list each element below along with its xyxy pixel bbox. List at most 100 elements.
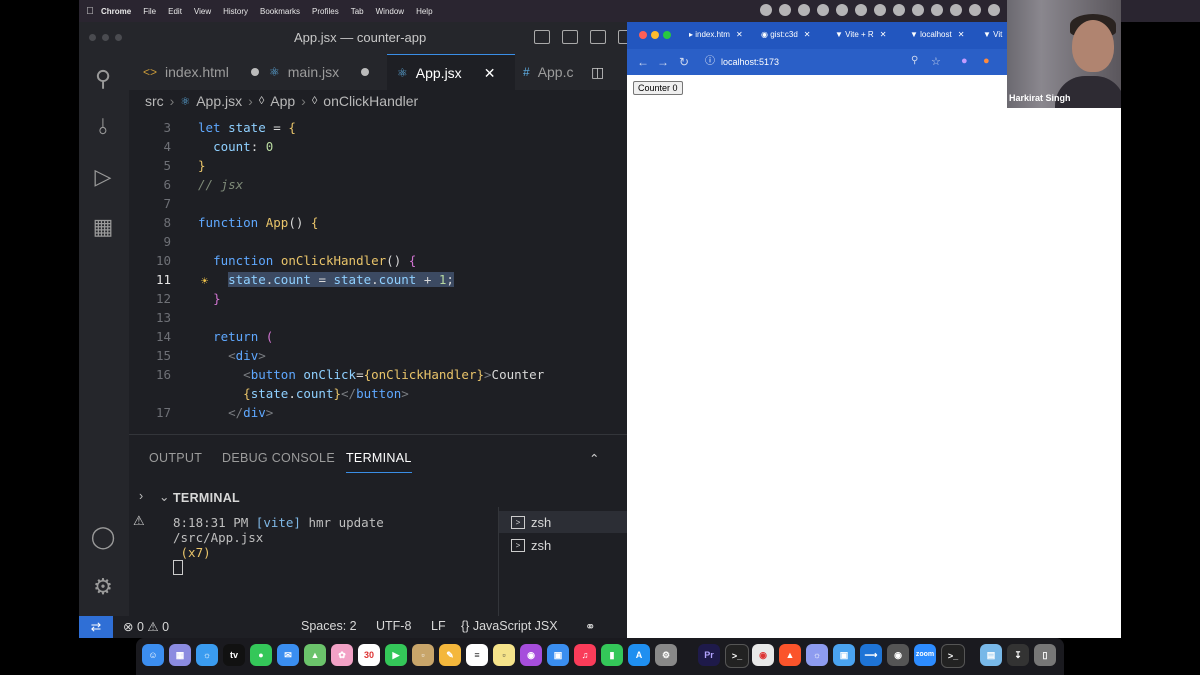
minimize-window-button[interactable] [102, 34, 109, 41]
wifi-icon[interactable] [988, 4, 1000, 16]
breadcrumb-function[interactable]: onClickHandler [323, 93, 418, 109]
folder-icon[interactable]: ▤ [980, 644, 1002, 666]
search-icon[interactable]: ⚲ [90, 66, 116, 92]
downloads-icon[interactable]: ↧ [1007, 644, 1029, 666]
code-line[interactable]: 8 function App() { [129, 213, 627, 232]
status-icon[interactable] [969, 4, 981, 16]
address-bar[interactable]: ⓘ localhost:5173 [705, 53, 1021, 71]
toggle-sidebar-icon[interactable] [534, 30, 550, 44]
encoding-status[interactable]: UTF-8 [376, 619, 411, 633]
photos-icon[interactable]: ✿ [331, 644, 353, 666]
code-line[interactable]: 3 let state = { [129, 118, 627, 137]
chevron-down-icon[interactable]: ⌄ [159, 489, 169, 504]
numbers-icon[interactable]: ▮ [601, 644, 623, 666]
notes-icon[interactable]: ▫ [412, 644, 434, 666]
breadcrumb-symbol[interactable]: App [270, 93, 295, 109]
code-editor[interactable]: 3 let state = { 4 count: 0 5 } 6 // jsx … [129, 118, 627, 433]
status-icon[interactable] [931, 4, 943, 16]
keynote-icon[interactable]: ▣ [547, 644, 569, 666]
menu-file[interactable]: File [143, 7, 156, 16]
pages-icon[interactable]: ✎ [439, 644, 461, 666]
launchpad-icon[interactable]: ▦ [169, 644, 191, 666]
remote-icon[interactable]: ⇄ [79, 616, 113, 638]
apple-icon[interactable]:  [79, 6, 101, 17]
status-icon[interactable] [836, 4, 848, 16]
reload-icon[interactable]: ↻ [679, 55, 689, 69]
tab-terminal[interactable]: TERMINAL [346, 451, 412, 473]
chrome-tab[interactable]: ▼ Vit [983, 30, 1002, 39]
chrome-tab-active[interactable]: ▼ localhost ✕ [910, 30, 964, 39]
facetime-icon[interactable]: ▶ [385, 644, 407, 666]
tab-index-html[interactable]: <> index.html [129, 54, 263, 90]
feedback-icon[interactable]: ⚭ [585, 619, 595, 634]
maps-icon[interactable]: ▲ [304, 644, 326, 666]
manage-gear-icon[interactable]: ⚙ [90, 574, 116, 600]
zoom-window-button[interactable] [663, 31, 671, 39]
tab-app-jsx[interactable]: ⚛ App.jsx ✕ [387, 54, 515, 91]
screenshot-icon[interactable]: ◉ [887, 644, 909, 666]
zoom-window-button[interactable] [115, 34, 122, 41]
code-line[interactable]: 4 count: 0 [129, 137, 627, 156]
code-line[interactable]: 12 } [129, 289, 627, 308]
menu-help[interactable]: Help [416, 7, 432, 16]
tab-app-css[interactable]: # App.c [515, 54, 583, 90]
breadcrumb-file[interactable]: App.jsx [196, 93, 242, 109]
terminal-instance[interactable]: > zsh [499, 534, 627, 556]
tab-debug-console[interactable]: DEBUG CONSOLE [222, 451, 335, 465]
safari-icon[interactable]: ☼ [196, 644, 218, 666]
arc-icon[interactable]: ☼ [806, 644, 828, 666]
chevron-right-icon[interactable]: › [139, 489, 143, 503]
status-icon[interactable] [950, 4, 962, 16]
code-line[interactable]: 10 function onClickHandler() { [129, 251, 627, 270]
code-line[interactable]: 17 </div> [129, 403, 627, 422]
bookmark-star-icon[interactable]: ☆ [931, 55, 941, 68]
code-line[interactable]: 13 [129, 308, 627, 327]
menu-window[interactable]: Window [376, 7, 404, 16]
toggle-secondary-sidebar-icon[interactable] [590, 30, 606, 44]
run-debug-icon[interactable]: ▷ [90, 164, 116, 190]
status-icon[interactable] [779, 4, 791, 16]
extension-icon[interactable]: ● [961, 55, 968, 67]
site-info-icon[interactable]: ⓘ [705, 53, 715, 71]
extensions-icon[interactable]: ▦ [90, 214, 116, 240]
warning-icon[interactable]: ⚠ [133, 513, 145, 529]
terminal-icon[interactable]: >_ [941, 644, 965, 668]
code-line[interactable]: 15 <div> [129, 346, 627, 365]
status-icon[interactable] [874, 4, 886, 16]
app-store-icon[interactable]: A [628, 644, 650, 666]
close-tab-icon[interactable]: ✕ [804, 30, 811, 39]
trash-icon[interactable]: ▯ [1034, 644, 1056, 666]
status-icon[interactable] [817, 4, 829, 16]
code-line[interactable]: 14 return ( [129, 327, 627, 346]
music-icon[interactable]: ♫ [574, 644, 596, 666]
podcasts-icon[interactable]: ◉ [520, 644, 542, 666]
status-icon[interactable] [855, 4, 867, 16]
maximize-panel-icon[interactable]: ⌃ [589, 451, 600, 466]
unsaved-dot-icon[interactable] [250, 68, 259, 76]
indentation-status[interactable]: Spaces: 2 [301, 619, 357, 633]
forward-arrow-icon[interactable]: → [657, 55, 669, 69]
menu-tab[interactable]: Tab [351, 7, 364, 16]
counter-button[interactable]: Counter 0 [633, 81, 683, 95]
status-icon[interactable] [798, 4, 810, 16]
code-line-wrapped[interactable]: {state.count}</button> [129, 384, 627, 403]
back-arrow-icon[interactable]: ← [637, 55, 649, 69]
tab-main-jsx[interactable]: ⚛ main.jsx [259, 54, 389, 90]
close-tab-icon[interactable]: ✕ [484, 65, 496, 82]
menu-profiles[interactable]: Profiles [312, 7, 339, 16]
close-tab-icon[interactable]: ✕ [958, 30, 965, 39]
status-icon[interactable] [760, 4, 772, 16]
system-settings-icon[interactable]: ⚙ [655, 644, 677, 666]
close-tab-icon[interactable]: ✕ [736, 30, 743, 39]
reminders-icon[interactable]: ≡ [466, 644, 488, 666]
vscode-icon[interactable]: ⟶ [860, 644, 882, 666]
finder-icon[interactable]: ☺ [142, 644, 164, 666]
menu-edit[interactable]: Edit [168, 7, 182, 16]
terminal-instance[interactable]: > zsh [499, 511, 627, 533]
terminal-icon[interactable]: >_ [725, 644, 749, 668]
status-icon[interactable] [912, 4, 924, 16]
brave-icon[interactable]: ▲ [779, 644, 801, 666]
breadcrumb-folder[interactable]: src [145, 93, 164, 109]
zoom-app-icon[interactable]: zoom [914, 644, 936, 666]
zoom-icon[interactable]: ⚲ [911, 55, 918, 66]
